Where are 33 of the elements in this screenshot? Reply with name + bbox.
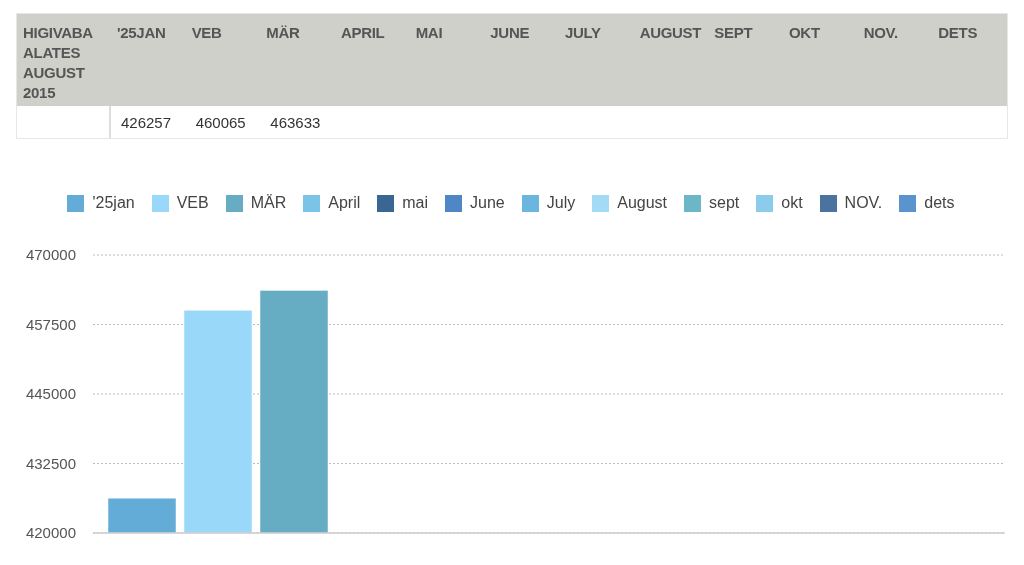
legend-label[interactable]: NOV. xyxy=(844,194,883,212)
y-axis-label: 420000 xyxy=(25,524,76,541)
y-axis-label: 457500 xyxy=(25,315,76,333)
column-header: DETS xyxy=(937,23,979,43)
y-axis-label: 470000 xyxy=(25,246,76,263)
legend-label[interactable]: okt xyxy=(781,194,803,212)
legend-label[interactable]: MÄR xyxy=(250,194,287,212)
column-header: SEPT xyxy=(713,23,754,43)
column-header: JULY xyxy=(564,23,602,43)
column-header: MÄR xyxy=(265,23,301,43)
legend-label[interactable]: June xyxy=(470,194,505,212)
legend-label[interactable]: mai xyxy=(402,194,429,212)
legend-label[interactable]: dets xyxy=(924,194,955,212)
table-cell-text: 426257 xyxy=(120,113,173,133)
y-axis-label: 432500 xyxy=(25,454,76,472)
y-axis-label: 445000 xyxy=(25,385,76,402)
legend-label[interactable]: August xyxy=(617,194,667,212)
column-header: NOV. xyxy=(862,23,899,43)
column-header: AUGUST xyxy=(638,23,703,43)
legend-label[interactable]: '25jan xyxy=(92,194,135,212)
legend-label[interactable]: April xyxy=(328,194,361,212)
column-header: OKT xyxy=(788,23,821,43)
legend-label[interactable]: sept xyxy=(709,194,740,212)
column-header: VEB xyxy=(190,23,223,43)
column-header: '25JAN xyxy=(116,23,167,43)
column-header: MAI xyxy=(414,23,444,43)
column-header: HIGIVABA ALATES AUGUST 2015 xyxy=(22,23,94,103)
column-header: APRIL xyxy=(340,23,386,43)
column-header: JUNE xyxy=(489,23,531,43)
table-cell-text: 463633 xyxy=(269,113,322,133)
legend-label[interactable]: July xyxy=(546,194,576,212)
legend-label[interactable]: VEB xyxy=(176,194,209,212)
table-cell-text: 460065 xyxy=(194,113,247,133)
